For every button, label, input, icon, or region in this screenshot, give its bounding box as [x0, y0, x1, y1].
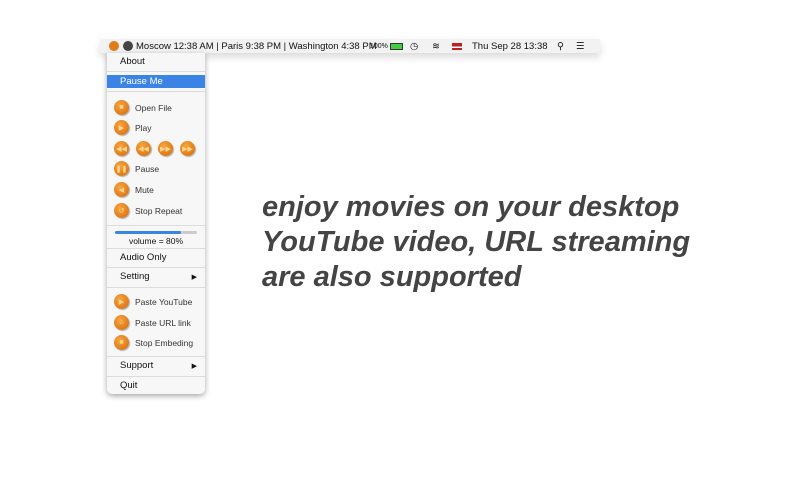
skip-forward-icon[interactable]: ▶▶ — [180, 141, 195, 156]
menu-quit[interactable]: Quit — [107, 379, 205, 392]
world-clocks[interactable]: Moscow 12:38 AM | Paris 9:38 PM | Washin… — [136, 39, 377, 53]
link-icon: ⌂ — [114, 315, 129, 330]
menu-support[interactable]: Support ▶ — [107, 359, 205, 372]
flag-icon[interactable] — [452, 39, 462, 53]
youtube-icon: ▶ — [114, 294, 129, 309]
rewind-icon[interactable]: ◀◀ — [136, 141, 151, 156]
volume-label: volume = 80% — [128, 235, 184, 246]
setting-label: Setting — [120, 271, 150, 282]
submenu-arrow-icon: ▶ — [191, 362, 197, 370]
datetime[interactable]: Thu Sep 28 13:38 — [472, 39, 548, 53]
folder-icon: ■ — [114, 100, 129, 115]
list-icon[interactable]: ☰ — [576, 39, 585, 53]
support-label: Support — [120, 360, 154, 371]
stop-icon: ■ — [114, 335, 129, 350]
tagline-line: YouTube video, URL streaming — [262, 226, 691, 258]
menu-pause-me[interactable]: Pause Me — [107, 75, 205, 88]
clock-app-icon[interactable] — [123, 39, 133, 53]
forward-icon[interactable]: ▶▶ — [158, 141, 173, 156]
speaker-icon: ◀ — [114, 182, 129, 197]
battery-percent: 100% — [370, 42, 388, 50]
menu-audio-only[interactable]: Audio Only — [107, 251, 205, 264]
play-icon: ▶ — [114, 120, 129, 135]
menu-about[interactable]: About — [107, 55, 205, 68]
time-machine-icon[interactable]: ◷ — [410, 39, 418, 53]
menu-bar: Moscow 12:38 AM | Paris 9:38 PM | Washin… — [100, 39, 600, 53]
tagline-line: enjoy movies on your desktop — [262, 191, 680, 223]
tagline-line: are also supported — [262, 261, 522, 293]
app-icon[interactable] — [109, 39, 119, 53]
skip-back-icon[interactable]: ◀◀ — [114, 141, 129, 156]
dropdown-menu: About Pause Me ■ Open File ▶ Play ◀◀ ◀◀ ▶▶… — [107, 53, 205, 394]
repeat-icon: ↺ — [114, 203, 129, 218]
wifi-icon[interactable]: ≋ — [432, 39, 440, 53]
tagline: enjoy movies on your desktop YouTube vid… — [262, 190, 690, 295]
search-icon[interactable]: ⚲ — [557, 39, 564, 53]
submenu-arrow-icon: ▶ — [191, 273, 197, 281]
pause-icon: ❚❚ — [114, 161, 129, 176]
menu-setting[interactable]: Setting ▶ — [107, 270, 205, 283]
battery-icon[interactable] — [390, 39, 403, 53]
